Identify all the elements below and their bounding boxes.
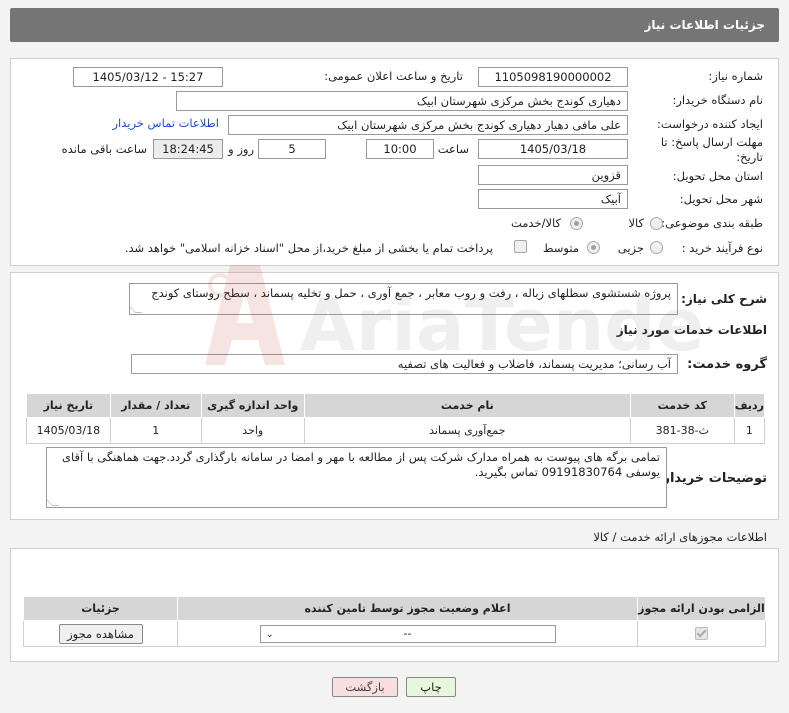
buyer-org-field: دهیاری کوندج بخش مرکزی شهرستان ابیک: [176, 91, 628, 111]
process-option-minor: جزیی: [617, 241, 644, 255]
checkmark-icon: [696, 627, 707, 638]
city-label: شهر محل تحویل:: [679, 192, 763, 206]
buyer-notes-text: تمامی برگه های پیوست به همراه مدارک شرکت…: [62, 450, 660, 479]
print-button[interactable]: چاپ: [406, 677, 456, 697]
col-unit: واحد اندازه گیری: [200, 393, 305, 418]
cell-unit: واحد: [200, 417, 305, 444]
cell-quantity: 1: [109, 417, 202, 444]
services-table: ردیف کد خدمت نام خدمت واحد اندازه گیری ت…: [26, 393, 766, 444]
resize-grip-icon[interactable]: [47, 499, 60, 506]
back-button[interactable]: بازگشت: [332, 677, 398, 697]
page-header: جزئیات اطلاعات نیاز: [10, 8, 779, 42]
need-info-panel: [10, 58, 779, 266]
view-permit-button[interactable]: مشاهده مجوز: [58, 623, 143, 644]
cell-row: 1: [733, 417, 766, 444]
process-radio-medium[interactable]: [587, 241, 600, 254]
permit-status-select[interactable]: -- ⌄: [259, 624, 556, 643]
buyer-org-label: نام دستگاه خریدار:: [672, 93, 763, 107]
deadline-date-field: 1405/03/18: [478, 139, 628, 159]
permits-table-header: الزامی بودن ارائه مجوز اعلام وضعیت مجوز …: [23, 596, 766, 621]
process-option-medium: متوسط: [542, 241, 579, 255]
need-number-label: شماره نیاز:: [708, 69, 763, 83]
cell-permit-status: -- ⌄: [177, 620, 638, 647]
col-service-name: نام خدمت: [303, 393, 631, 418]
province-label: استان محل تحویل:: [672, 169, 763, 183]
announce-datetime-field: 1405/03/12 - 15:27: [73, 67, 223, 87]
description-field: پروژه شستشوی سطلهای زباله ، رفت و روب مع…: [129, 283, 678, 315]
col-service-code: کد خدمت: [629, 393, 735, 418]
table-row: -- ⌄ مشاهده مجوز: [23, 620, 766, 647]
chevron-down-icon: ⌄: [265, 628, 274, 640]
remaining-time-label: ساعت باقی مانده: [61, 142, 147, 156]
category-radio-goods[interactable]: [650, 217, 663, 230]
col-permit-status: اعلام وضعیت مجوز توسط تامین کننده: [177, 596, 638, 621]
resize-grip-icon[interactable]: [130, 306, 143, 313]
cell-permit-required: [637, 620, 766, 647]
deadline-time-field: 10:00: [366, 139, 434, 159]
announce-datetime-label: تاریخ و ساعت اعلان عمومی:: [324, 69, 463, 83]
buyer-notes-field: تمامی برگه های پیوست به همراه مدارک شرکت…: [46, 447, 667, 508]
permits-title: اطلاعات مجوزهای ارائه خدمت / کالا: [593, 530, 767, 544]
page-title: جزئیات اطلاعات نیاز: [644, 18, 765, 32]
requester-label: ایجاد کننده درخواست:: [657, 117, 763, 131]
services-table-header: ردیف کد خدمت نام خدمت واحد اندازه گیری ت…: [26, 393, 766, 418]
service-group-label: گروه خدمت:: [687, 357, 767, 372]
cell-service-code: ث-38-381: [629, 417, 735, 444]
service-group-field: آب رسانی؛ مدیریت پسماند، فاضلاب و فعالیت…: [131, 354, 678, 374]
permit-status-value: --: [403, 626, 412, 640]
cell-need-date: 1405/03/18: [26, 417, 111, 444]
col-quantity: تعداد / مقدار: [109, 393, 202, 418]
process-radio-minor[interactable]: [650, 241, 663, 254]
remaining-time-field: 18:24:45: [153, 139, 223, 159]
table-row: 1 ث-38-381 جمع‌آوری پسماند واحد 1 1405/0…: [26, 417, 766, 444]
category-radio-goods-service[interactable]: [570, 217, 583, 230]
permits-table: الزامی بودن ارائه مجوز اعلام وضعیت مجوز …: [23, 596, 766, 647]
description-text: پروژه شستشوی سطلهای زباله ، رفت و روب مع…: [151, 286, 671, 300]
deadline-date-label: تاریخ:: [736, 150, 763, 164]
category-option-goods: کالا: [628, 216, 644, 230]
deadline-time-label: ساعت: [437, 142, 469, 156]
required-checkbox[interactable]: [695, 627, 708, 641]
buyer-notes-label: توضیحات خریدار:: [657, 471, 767, 486]
days-field: 5: [258, 139, 326, 159]
province-field: قزوین: [478, 165, 628, 185]
cell-permit-details: مشاهده مجوز: [23, 620, 178, 647]
process-type-label: نوع فرآیند خرید :: [681, 241, 763, 255]
buyer-contact-link[interactable]: اطلاعات تماس خریدار: [112, 116, 219, 130]
category-option-goods-service: کالا/خدمت: [510, 216, 561, 230]
days-label: روز و: [228, 142, 254, 156]
description-label: شرح کلی نیاز:: [681, 292, 767, 306]
city-field: آبیک: [478, 189, 628, 209]
treasury-payment-note: پرداخت تمام یا بخشی از مبلغ خرید،از محل …: [124, 241, 493, 255]
category-label: طبقه بندی موضوعی:: [661, 216, 763, 230]
requester-field: علی مافی دهیار دهیاری کوندج بخش مرکزی شه…: [228, 115, 628, 135]
col-row: ردیف: [733, 393, 766, 418]
cell-service-name: جمع‌آوری پسماند: [303, 417, 631, 444]
col-permit-required: الزامی بودن ارائه مجوز: [637, 596, 766, 621]
col-need-date: تاریخ نیاز: [26, 393, 111, 418]
need-number-field: 1105098190000002: [478, 67, 628, 87]
col-permit-details: جزئیات: [23, 596, 178, 621]
treasury-payment-checkbox[interactable]: [514, 240, 527, 253]
services-section-title: اطلاعات خدمات مورد نیاز: [616, 323, 767, 337]
